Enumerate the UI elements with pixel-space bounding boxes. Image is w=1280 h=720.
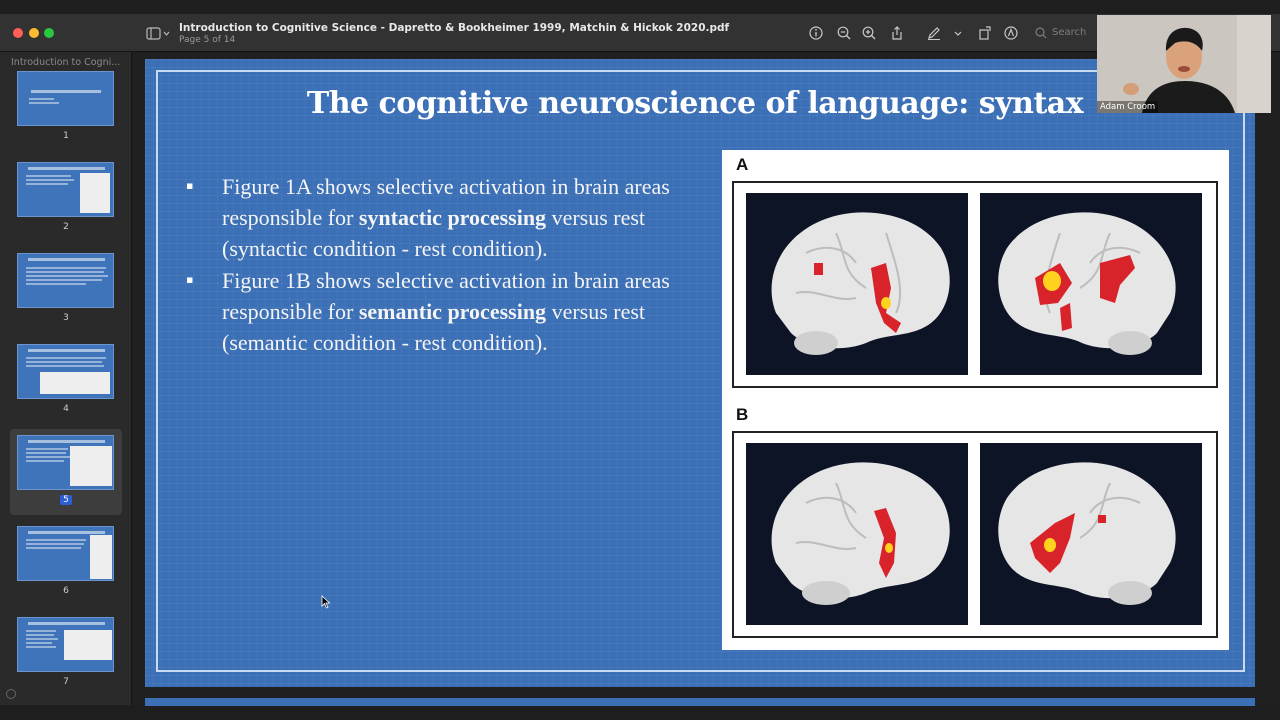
- figure-label-b: B: [736, 405, 749, 424]
- search-icon: [1035, 27, 1047, 39]
- thumbnail-sidebar: Introduction to Cogni... 1 2 3 4 5 6 7: [0, 52, 132, 705]
- page-number: 7: [63, 677, 69, 687]
- markup-pen-icon[interactable]: [926, 25, 942, 41]
- sidebar-toggle-button[interactable]: [146, 26, 172, 42]
- page-number: 3: [63, 313, 69, 323]
- rotate-icon[interactable]: [977, 25, 993, 41]
- search-placeholder: Search: [1052, 27, 1087, 38]
- page-indicator: Page 5 of 14: [179, 35, 236, 45]
- brain-image-b-left: [746, 443, 968, 625]
- share-icon[interactable]: [889, 25, 905, 41]
- slide-title: The cognitive neuroscience of language: …: [306, 86, 1084, 121]
- brain-activation-figure: A B: [722, 150, 1229, 650]
- sidebar-toggle-icon: [146, 27, 170, 40]
- figure-label-a: A: [736, 155, 749, 174]
- info-icon[interactable]: [808, 25, 824, 41]
- title-bar: Introduction to Cognitive Science - Dapr…: [0, 14, 1280, 52]
- bullet-text-1: Figure 1A shows selective activation in …: [222, 174, 670, 261]
- page-thumbnail-4[interactable]: 4: [10, 338, 122, 424]
- page-thumbnail-5[interactable]: 5: [10, 429, 122, 515]
- page-thumbnail-image: [17, 162, 114, 217]
- brain-image-a-right: [980, 193, 1202, 375]
- document-title: Introduction to Cognitive Science - Dapr…: [179, 22, 730, 34]
- bullet-marker: ▪: [186, 273, 194, 286]
- figure-panel-b: [732, 431, 1218, 638]
- add-page-icon[interactable]: [6, 689, 16, 699]
- zoom-window-button[interactable]: [44, 28, 54, 38]
- page-number: 4: [63, 404, 69, 414]
- zoom-in-icon[interactable]: [861, 25, 877, 41]
- bullet-text-2: Figure 1B shows selective activation in …: [222, 268, 670, 355]
- search-field[interactable]: Search: [1032, 24, 1092, 42]
- presenter-avatar: [1097, 15, 1271, 113]
- brain-image-b-right: [980, 443, 1202, 625]
- page-thumbnail-image: [17, 344, 114, 399]
- mouse-cursor-icon: [321, 595, 331, 609]
- document-view[interactable]: The cognitive neuroscience of language: …: [133, 53, 1280, 705]
- slide-page: The cognitive neuroscience of language: …: [145, 59, 1255, 687]
- page-thumbnail-image: [17, 253, 114, 308]
- page-thumbnail-6[interactable]: 6: [10, 520, 122, 606]
- next-slide-edge: [145, 698, 1255, 706]
- page-number: 2: [63, 222, 69, 232]
- figure-panel-a: [732, 181, 1218, 388]
- webcam-video: Adam Croom: [1097, 15, 1271, 113]
- page-thumbnail-image: [17, 526, 114, 581]
- page-thumbnail-image: [17, 617, 114, 672]
- page-thumbnail-1[interactable]: 1: [10, 65, 122, 151]
- minimize-window-button[interactable]: [29, 28, 39, 38]
- page-thumbnail-image: [17, 71, 114, 126]
- page-number: 1: [63, 131, 69, 141]
- page-thumbnail-image: [17, 435, 114, 490]
- page-number-selected: 5: [10, 495, 122, 505]
- brain-image-a-left: [746, 193, 968, 375]
- pdf-viewer-window: Introduction to Cognitive Science - Dapr…: [0, 0, 1280, 720]
- close-window-button[interactable]: [13, 28, 23, 38]
- page-number: 6: [63, 586, 69, 596]
- annotate-icon[interactable]: [1003, 25, 1019, 41]
- zoom-out-icon[interactable]: [836, 25, 852, 41]
- page-thumbnail-7[interactable]: 7: [10, 611, 122, 697]
- chevron-down-icon[interactable]: [952, 25, 964, 41]
- page-thumbnail-3[interactable]: 3: [10, 247, 122, 333]
- bullet-marker: ▪: [186, 179, 194, 192]
- page-thumbnail-2[interactable]: 2: [10, 156, 122, 242]
- participant-name: Adam Croom: [1097, 101, 1159, 113]
